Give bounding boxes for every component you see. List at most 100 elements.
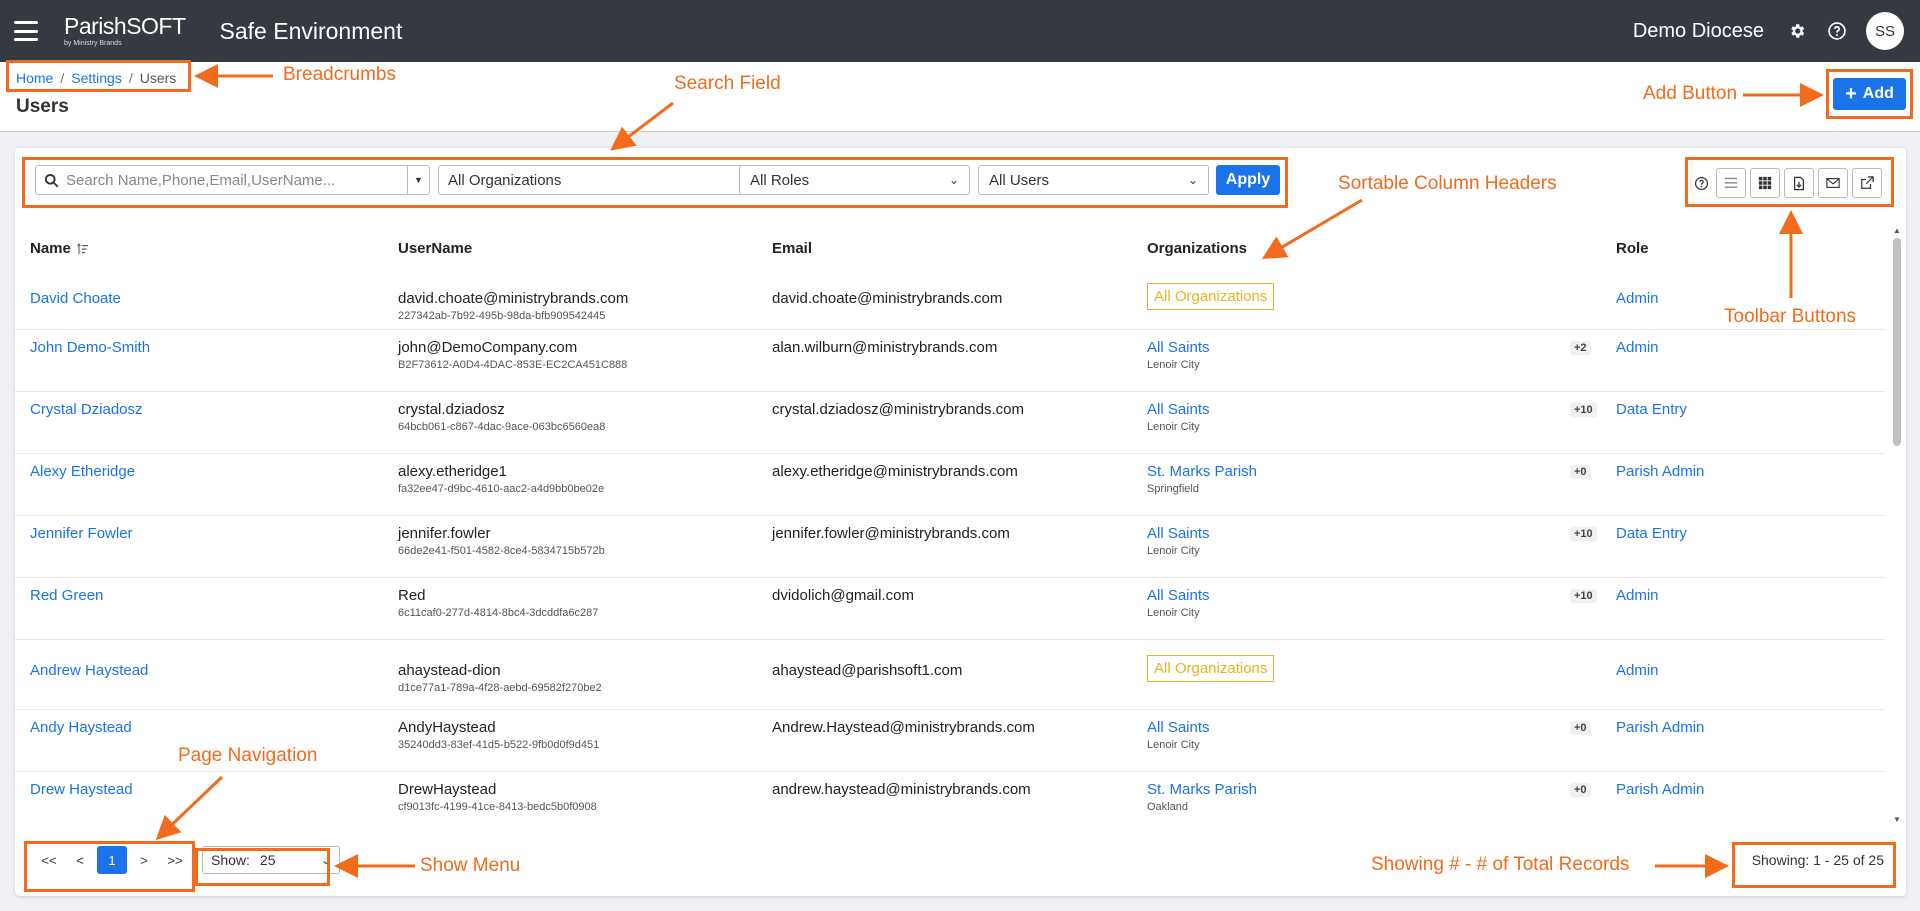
avatar[interactable]: SS — [1866, 12, 1904, 50]
apply-button[interactable]: Apply — [1216, 165, 1280, 195]
column-header-name[interactable]: Name — [30, 240, 89, 257]
organization-city: Lenoir City — [1147, 421, 1200, 433]
username-cell: Red 6c11caf0-277d-4814-8bc4-3dcddfa6c287 — [398, 587, 598, 619]
export-file-icon[interactable] — [1784, 168, 1814, 198]
table-header: Name UserName Email Organizations Role — [15, 232, 1885, 266]
user-name-link[interactable]: Alexy Etheridge — [30, 463, 135, 480]
org-count-badge[interactable]: +2 — [1570, 341, 1591, 355]
chevron-down-icon: ⌄ — [948, 173, 959, 187]
grid-view-icon[interactable] — [1750, 168, 1780, 198]
table-row[interactable]: Red Green Red 6c11caf0-277d-4814-8bc4-3d… — [15, 578, 1885, 640]
role-link[interactable]: Parish Admin — [1616, 719, 1704, 736]
roles-select[interactable]: All Roles ⌄ — [739, 165, 970, 195]
show-select[interactable]: Show: 25 ⌄ — [202, 846, 340, 874]
user-name-link[interactable]: Jennifer Fowler — [30, 525, 133, 542]
user-name-link[interactable]: David Choate — [30, 290, 121, 307]
org-count-badge[interactable]: +0 — [1570, 783, 1591, 797]
organization-link[interactable]: All Saints — [1147, 401, 1210, 418]
role-link[interactable]: Parish Admin — [1616, 781, 1704, 798]
logo[interactable]: ParishSOFT by Ministry Brands — [64, 15, 186, 48]
user-name-link[interactable]: Andrew Haystead — [30, 662, 148, 679]
user-name-link[interactable]: Crystal Dziadosz — [30, 401, 143, 418]
sort-ascending-icon — [76, 242, 88, 254]
org-count-badge[interactable]: +10 — [1570, 589, 1597, 603]
table-row[interactable]: David Choate david.choate@ministrybrands… — [15, 268, 1885, 330]
user-id-value: 6c11caf0-277d-4814-8bc4-3dcddfa6c287 — [398, 607, 599, 619]
all-organizations-badge[interactable]: All Organizations — [1147, 283, 1275, 310]
role-link[interactable]: Data Entry — [1616, 525, 1687, 542]
table-row[interactable]: John Demo-Smith john@DemoCompany.com B2F… — [15, 330, 1885, 392]
organizations-cell[interactable]: All Organizations — [1147, 655, 1275, 682]
username-value: DrewHaystead — [398, 781, 497, 798]
breadcrumb-current: Users — [139, 70, 177, 86]
organization-link[interactable]: All Saints — [1147, 525, 1210, 542]
column-header-email[interactable]: Email — [772, 240, 812, 257]
organization-link[interactable]: All Saints — [1147, 719, 1210, 736]
organizations-cell: St. Marks Parish Oakland — [1147, 781, 1257, 813]
scroll-down-icon[interactable]: ▼ — [1893, 815, 1901, 824]
gear-icon[interactable] — [1786, 20, 1808, 42]
prev-page-button[interactable]: < — [66, 846, 94, 874]
role-link[interactable]: Admin — [1616, 290, 1659, 307]
role-link[interactable]: Data Entry — [1616, 401, 1687, 418]
scrollbar[interactable]: ▲ ▼ — [1892, 226, 1902, 824]
username-cell: alexy.etheridge1 fa32ee47-d9bc-4610-aac2… — [398, 463, 604, 495]
org-count-badge[interactable]: +10 — [1570, 403, 1597, 417]
username-value: ahaystead-dion — [398, 662, 501, 679]
help-icon[interactable] — [1690, 168, 1712, 198]
column-header-username[interactable]: UserName — [398, 240, 472, 257]
org-count-badge[interactable]: +0 — [1570, 721, 1591, 735]
table-row[interactable]: Crystal Dziadosz crystal.dziadosz 64bcb0… — [15, 392, 1885, 454]
annotation-label: Toolbar Buttons — [1724, 306, 1857, 327]
user-name-link[interactable]: Red Green — [30, 587, 103, 604]
organization-city: Springfield — [1147, 483, 1199, 495]
role-link[interactable]: Admin — [1616, 339, 1659, 356]
organization-link[interactable]: St. Marks Parish — [1147, 781, 1257, 798]
organizations-filter[interactable]: All Organizations — [438, 165, 746, 195]
user-name-link[interactable]: Drew Haystead — [30, 781, 133, 798]
scrollbar-thumb[interactable] — [1893, 238, 1901, 446]
organizations-cell[interactable]: All Organizations — [1147, 283, 1275, 310]
users-select[interactable]: All Users ⌄ — [978, 165, 1209, 195]
column-header-label: UserName — [398, 240, 473, 257]
organization-city: Lenoir City — [1147, 607, 1200, 619]
user-name-link[interactable]: John Demo-Smith — [30, 339, 150, 356]
table-row[interactable]: Jennifer Fowler jennifer.fowler 66de2e41… — [15, 516, 1885, 578]
role-link[interactable]: Admin — [1616, 662, 1659, 679]
column-header-organizations[interactable]: Organizations — [1147, 240, 1247, 257]
role-link[interactable]: Admin — [1616, 587, 1659, 604]
open-external-icon[interactable] — [1852, 168, 1882, 198]
organization-link[interactable]: All Saints — [1147, 339, 1210, 356]
pagination: << < 1 > >> — [35, 846, 189, 874]
next-page-button[interactable]: > — [130, 846, 158, 874]
email-icon[interactable] — [1818, 168, 1848, 198]
search-input[interactable] — [66, 171, 407, 189]
organization-link[interactable]: St. Marks Parish — [1147, 463, 1257, 480]
first-page-button[interactable]: << — [35, 846, 63, 874]
organization-link[interactable]: All Saints — [1147, 587, 1210, 604]
help-icon[interactable] — [1826, 20, 1848, 42]
list-view-icon[interactable] — [1716, 168, 1746, 198]
org-count-badge[interactable]: +0 — [1570, 465, 1591, 479]
all-organizations-badge[interactable]: All Organizations — [1147, 655, 1275, 682]
column-header-role[interactable]: Role — [1616, 240, 1649, 257]
table-row[interactable]: Andrew Haystead ahaystead-dion d1ce77a1-… — [15, 640, 1885, 710]
user-id-value: 35240dd3-83ef-41d5-b522-9fb0d0f9d451 — [398, 739, 600, 751]
last-page-button[interactable]: >> — [161, 846, 189, 874]
scroll-up-icon[interactable]: ▲ — [1893, 226, 1901, 235]
diocese-name[interactable]: Demo Diocese — [1633, 20, 1764, 43]
breadcrumb-settings[interactable]: Settings — [71, 70, 122, 86]
search-dropdown-icon[interactable]: ▼ — [407, 166, 429, 194]
hamburger-menu-icon[interactable] — [14, 21, 38, 41]
breadcrumb-home[interactable]: Home — [16, 70, 53, 86]
table-row[interactable]: Alexy Etheridge alexy.etheridge1 fa32ee4… — [15, 454, 1885, 516]
search-group: ▼ — [35, 165, 430, 195]
role-link[interactable]: Parish Admin — [1616, 463, 1704, 480]
table-row[interactable]: Drew Haystead DrewHaystead cf9013fc-4199… — [15, 772, 1885, 823]
org-count-badge[interactable]: +10 — [1570, 527, 1597, 541]
breadcrumb: Home / Settings / Users — [16, 70, 176, 86]
add-button[interactable]: + Add — [1833, 78, 1906, 110]
user-name-link[interactable]: Andy Haystead — [30, 719, 132, 736]
current-page-button[interactable]: 1 — [97, 846, 127, 874]
logo-subtext: by Ministry Brands — [64, 40, 122, 47]
